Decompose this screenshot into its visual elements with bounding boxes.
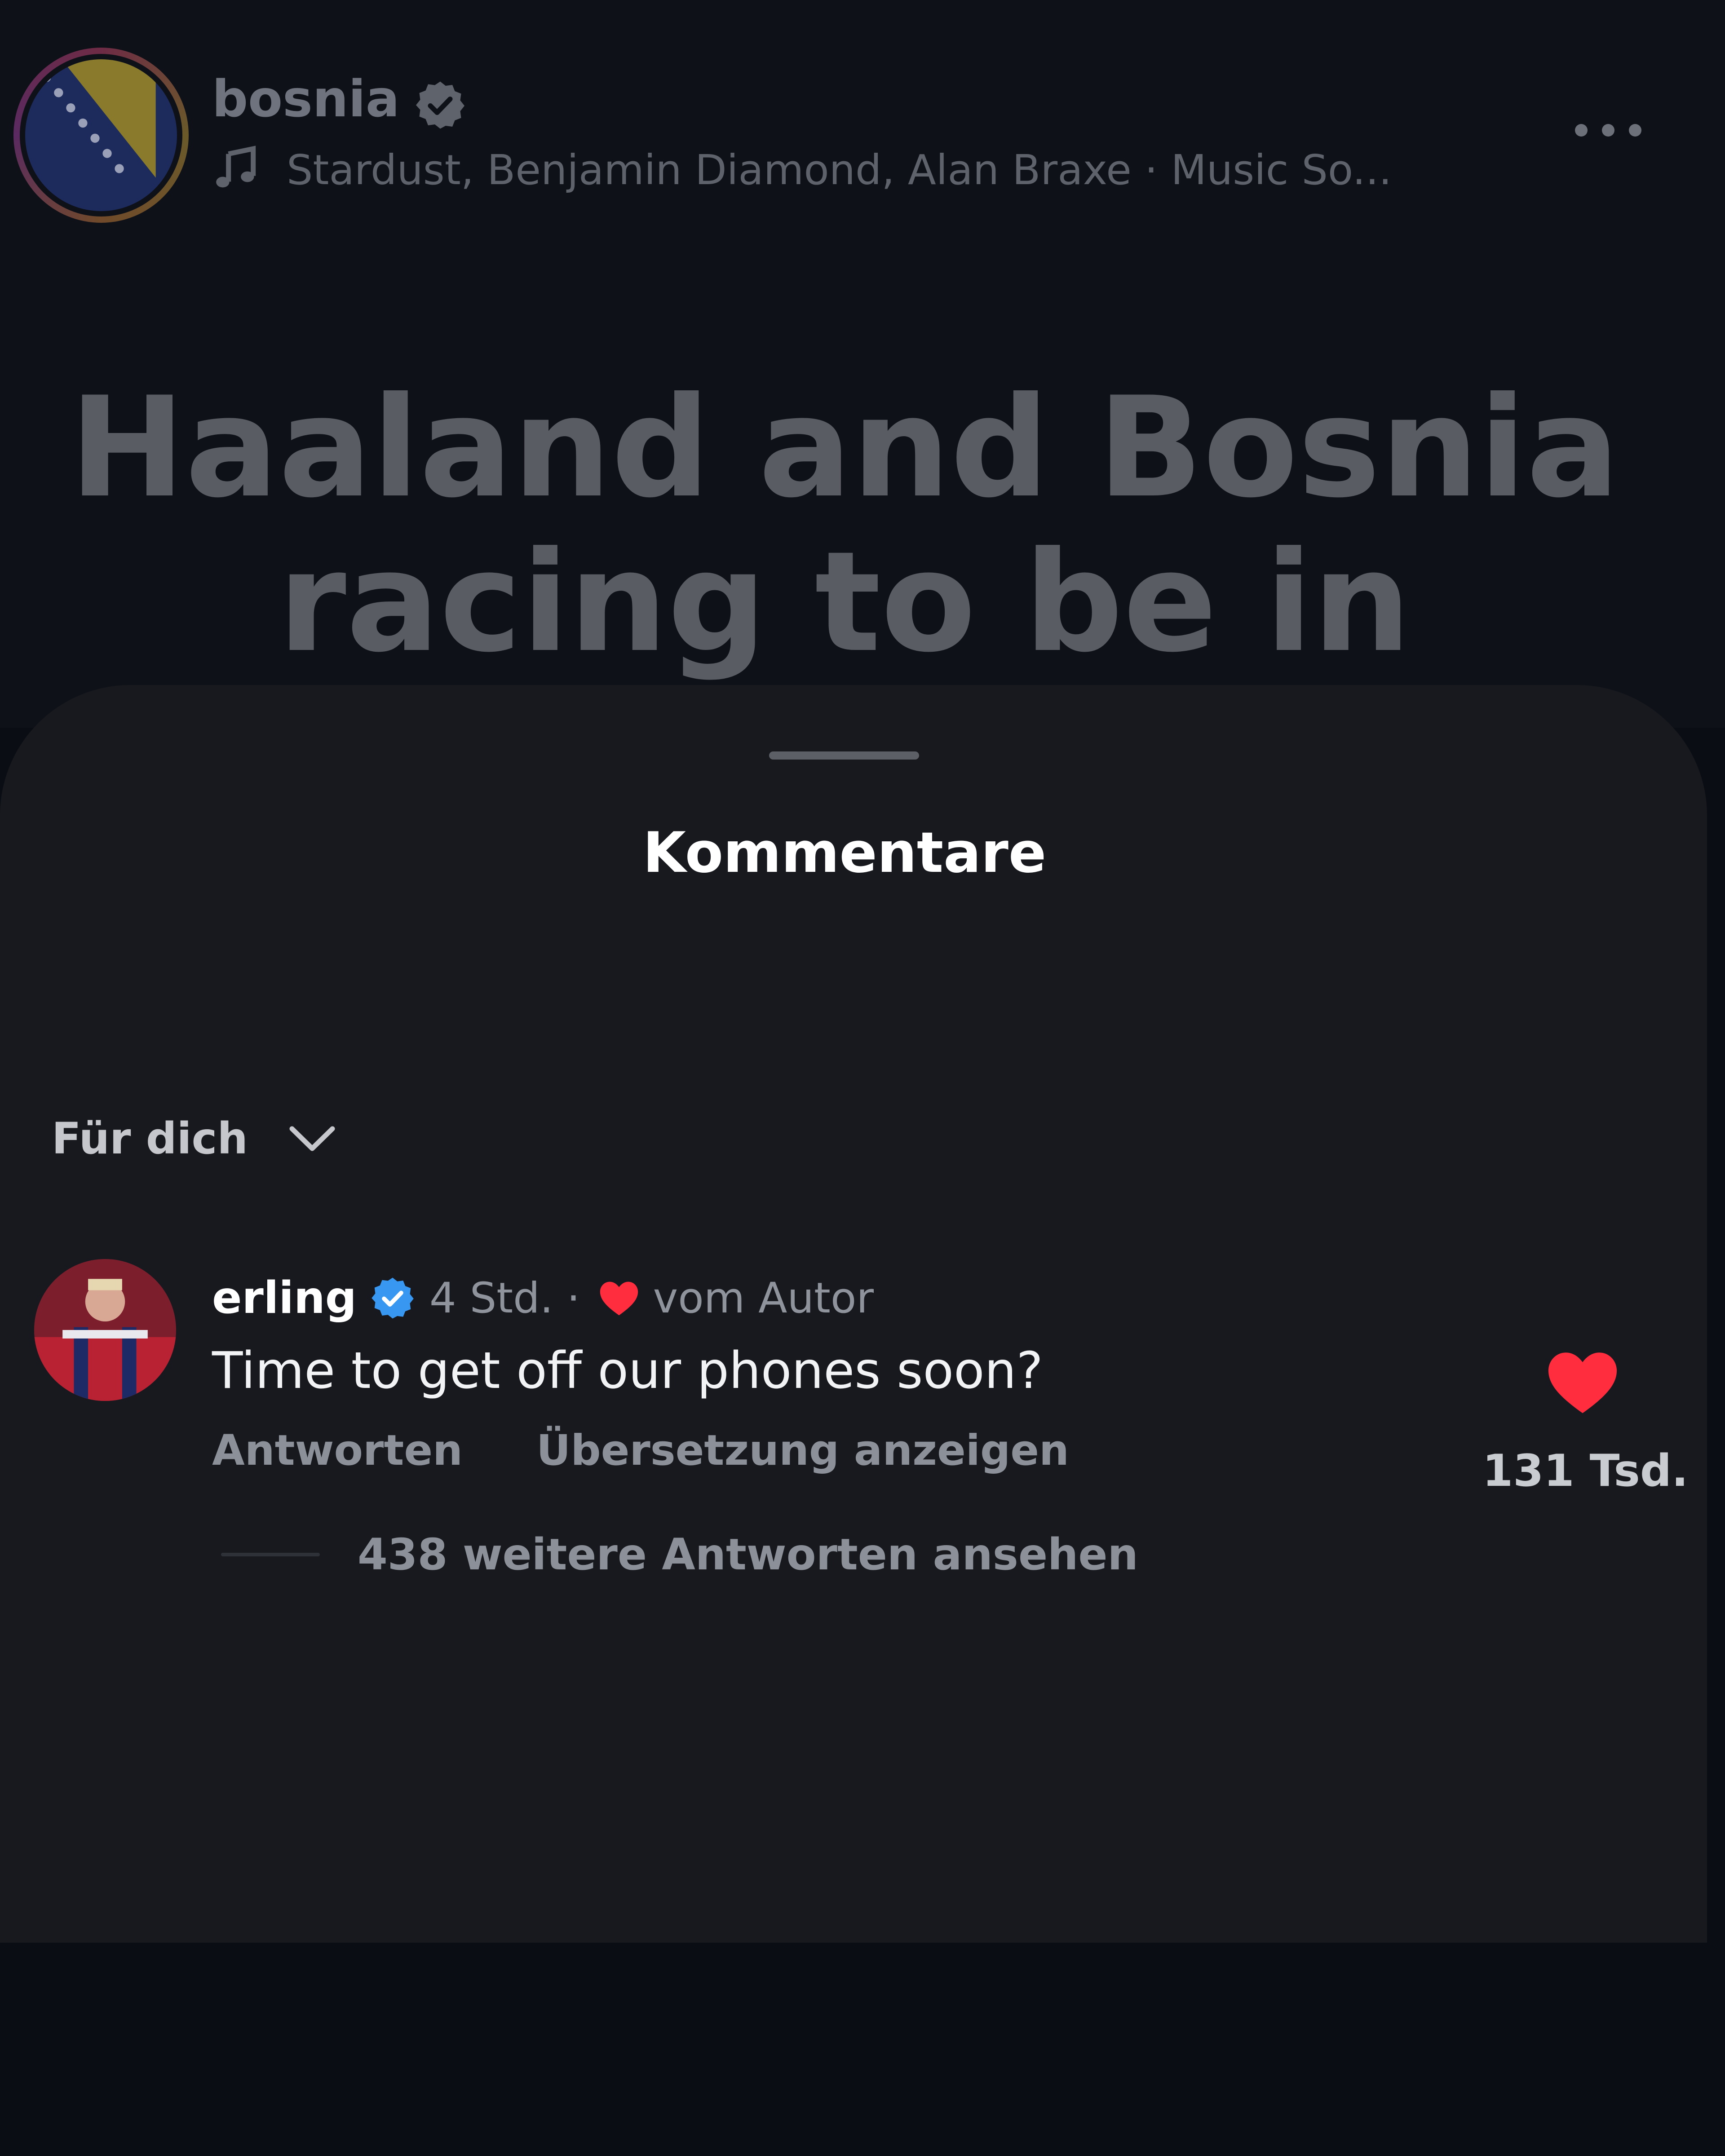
heart-icon[interactable] <box>1545 1349 1620 1415</box>
separator-dot: · <box>566 1273 580 1323</box>
more-options-icon[interactable] <box>1572 121 1644 139</box>
sort-dropdown[interactable]: Für dich <box>52 1103 337 1175</box>
heart-icon <box>600 1281 638 1316</box>
verified-badge-icon <box>416 81 464 129</box>
commenter-avatar[interactable] <box>34 1259 176 1401</box>
screen: bosnia Stardust, Benjamin Diamond, Alan … <box>0 0 1725 2156</box>
audio-track[interactable]: Stardust, Benjamin Diamond, Alan Braxe ·… <box>287 146 1392 194</box>
caption-line: racing to be in <box>278 521 1411 683</box>
drag-handle[interactable] <box>769 751 919 760</box>
sheet-title: Kommentare <box>642 821 1047 885</box>
view-replies-label: 438 weitere Antworten ansehen <box>358 1529 1138 1580</box>
bosnia-flag-icon <box>25 59 177 211</box>
bottom-area <box>0 1943 1725 2156</box>
comment-timestamp: 4 Std. <box>429 1273 553 1323</box>
caption-line: Haaland and Bosnia <box>69 367 1620 528</box>
like-count: 131 Tsd. <box>1482 1445 1689 1497</box>
verified-badge-icon <box>372 1277 414 1319</box>
profile-avatar[interactable] <box>13 48 189 223</box>
view-replies-button[interactable]: 438 weitere Antworten ansehen <box>221 1529 1138 1580</box>
comment-text: Time to get off our phones soon? <box>212 1342 1043 1400</box>
post-username[interactable]: bosnia <box>212 70 399 128</box>
avatar-frame <box>20 54 182 216</box>
sort-label: Für dich <box>52 1113 248 1164</box>
comment-actions: Antworten Übersetzung anzeigen <box>212 1426 1069 1475</box>
comment-header: erling 4 Std. · vom Autor <box>212 1269 874 1327</box>
comment-username[interactable]: erling <box>212 1272 357 1324</box>
comments-sheet: Kommentare Für dich erling 4 Std. · vom … <box>0 685 1707 1943</box>
show-translation-button[interactable]: Übersetzung anzeigen <box>536 1426 1069 1475</box>
replies-divider <box>221 1553 320 1556</box>
post-background[interactable]: bosnia Stardust, Benjamin Diamond, Alan … <box>0 0 1725 728</box>
music-note-icon <box>216 146 256 188</box>
liked-by-author-label: vom Autor <box>653 1273 874 1323</box>
chevron-down-icon <box>289 1126 335 1151</box>
post-caption: Haaland and Bosnia racing to be in <box>0 371 1689 680</box>
reply-button[interactable]: Antworten <box>212 1426 463 1475</box>
